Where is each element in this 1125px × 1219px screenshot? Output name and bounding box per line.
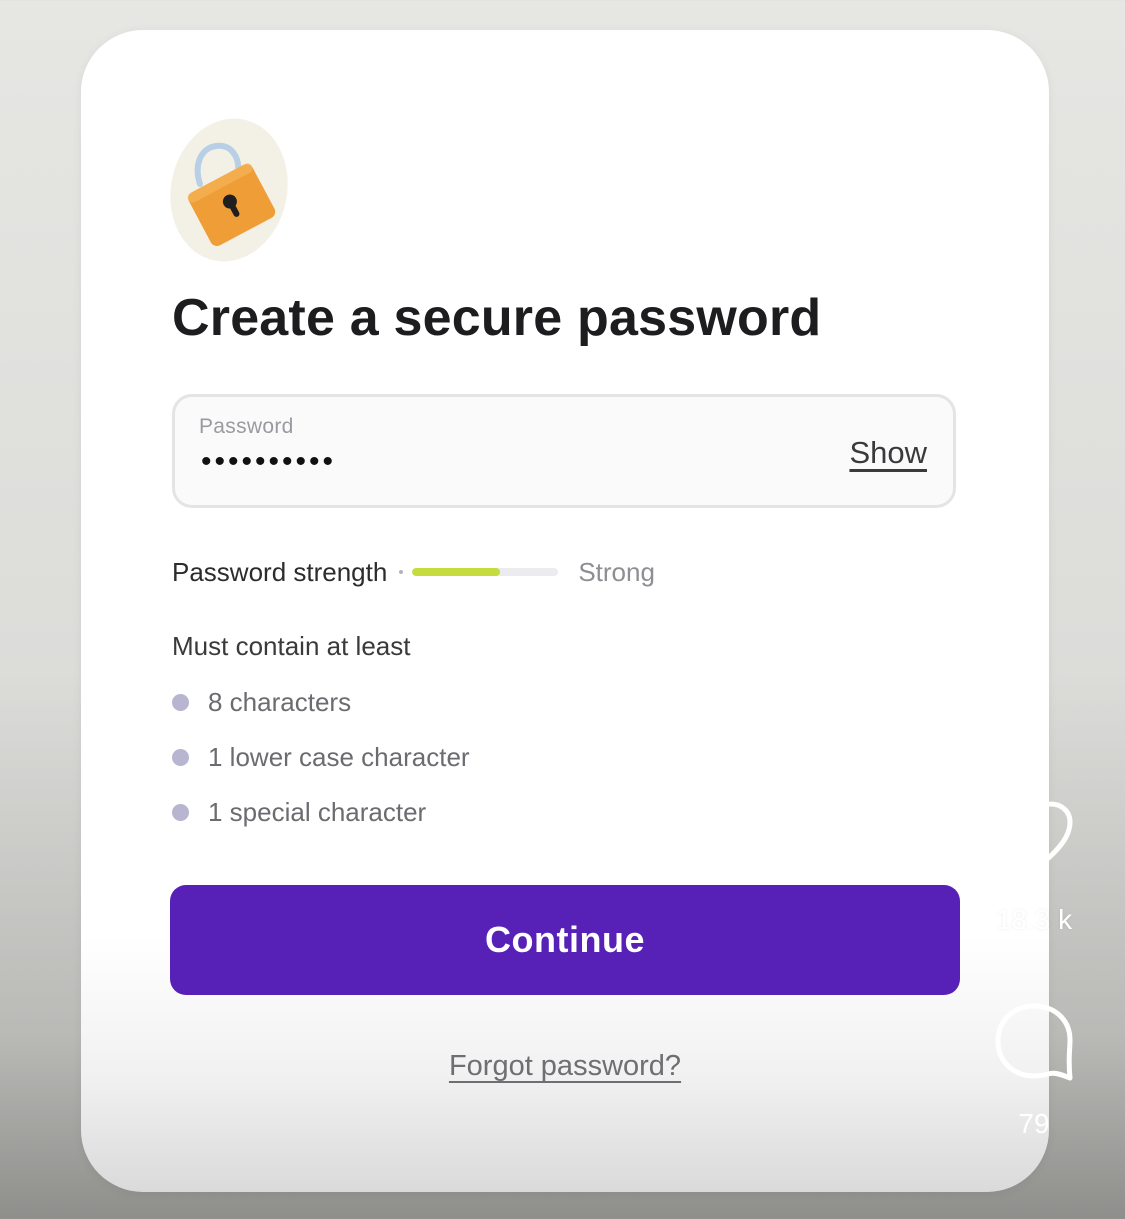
password-label: Password [199,415,294,438]
bullet-icon [172,749,189,766]
bullet-icon [172,694,189,711]
comment-bubble-icon[interactable] [994,1002,1074,1082]
requirement-item: 8 characters [172,675,470,730]
bullet-icon [172,804,189,821]
continue-button[interactable]: Continue [170,885,960,995]
password-input-value[interactable]: •••••••••• [201,447,336,477]
password-strength-label: Password strength [172,556,388,587]
requirement-item: 1 special character [172,785,470,840]
requirement-label: 1 special character [208,797,427,827]
comment-count: 79 [1018,1108,1050,1139]
requirements-list: 8 characters 1 lower case character 1 sp… [172,685,470,850]
requirement-item: 1 lower case character [172,730,470,785]
page-title: Create a secure password [172,289,822,347]
separator-dot [399,570,404,574]
strength-level-text: Strong [578,556,655,587]
heart-icon[interactable] [994,800,1074,876]
like-count: 18.3 k [995,904,1073,935]
strength-meter-fill [412,568,500,576]
show-password-button[interactable]: Show [849,435,927,471]
requirements-heading: Must contain at least [172,631,411,661]
password-field[interactable]: Password •••••••••• Show [172,394,956,508]
padlock-icon [170,118,290,263]
forgot-password-link[interactable]: Forgot password? [0,1050,1125,1083]
password-strength-row: Password strength Strong [172,555,655,589]
requirement-label: 1 lower case character [208,742,470,772]
strength-meter [412,568,559,576]
requirement-label: 8 characters [208,687,352,717]
